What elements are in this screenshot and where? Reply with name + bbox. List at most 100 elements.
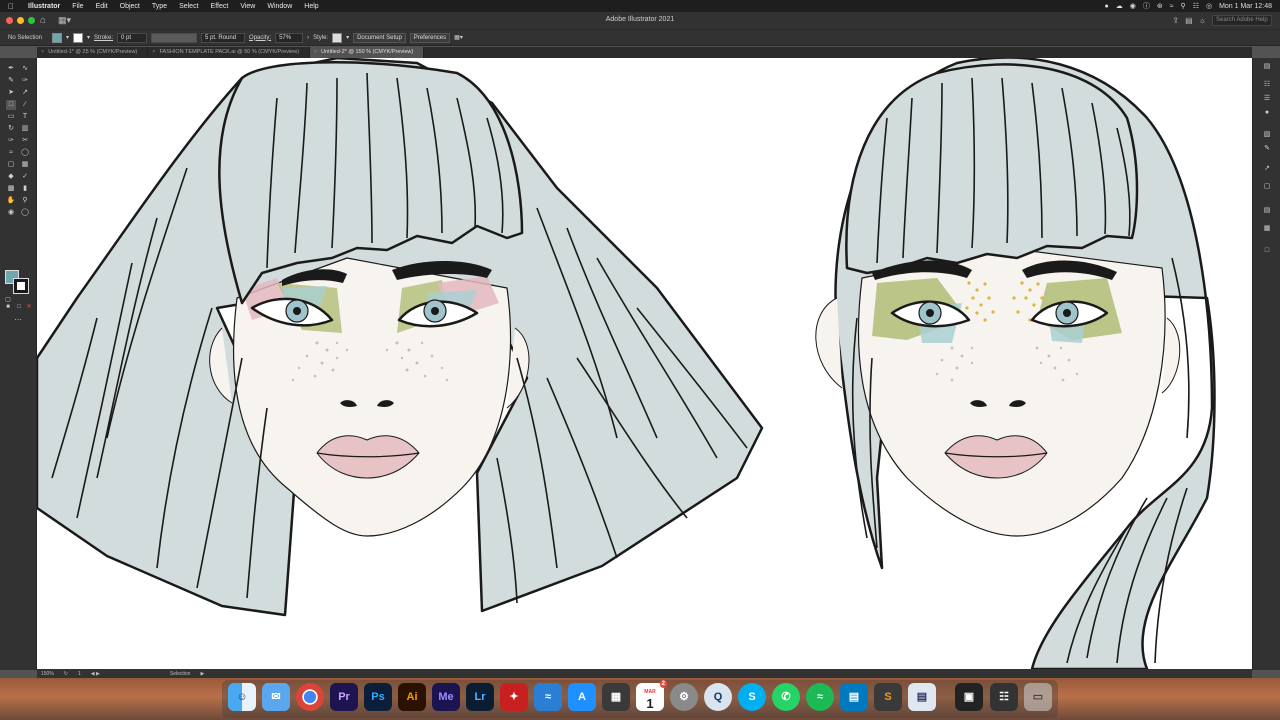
stroke-swatch[interactable] [73,32,84,43]
tab-untitled-1[interactable]: × Untitled-1* @ 25 % (CMYK/Preview) [37,47,149,58]
menu-app-name[interactable]: Illustrator [22,3,66,10]
menu-window[interactable]: Window [261,3,298,10]
more-tools-icon[interactable]: ⋯ [13,316,23,326]
sublime-text-icon[interactable]: S [874,683,902,711]
document-setup-button[interactable]: Document Setup [353,32,406,43]
clock-text[interactable]: Mon 1 Mar 12:48 [1219,3,1272,10]
direct-selection-tool-icon[interactable]: ↗ [20,88,30,98]
curvature-tool-icon[interactable]: ∿ [20,64,30,74]
apple-icon[interactable]:  [0,2,22,11]
preferences-button[interactable]: Preferences [409,32,451,43]
quicktime-icon[interactable]: Q [704,683,732,711]
tab-fashion-template[interactable]: × FASHION TEMPLATE PACK.ai @ 50 % (CMYK/P… [148,47,310,58]
mesh-tool-icon[interactable]: ▦ [20,160,30,170]
cloud-icon[interactable]: ☁ [1116,2,1123,10]
app-store-icon[interactable]: A [568,683,596,711]
menu-select[interactable]: Select [173,3,204,10]
illustrator-icon[interactable]: Ai [398,683,426,711]
export-icon[interactable]: ↗ [1262,164,1272,174]
rotate-tool-icon[interactable]: ↻ [6,124,16,134]
eyedropper-tool-icon[interactable]: ✑ [6,136,16,146]
menu-type[interactable]: Type [146,3,173,10]
chrome-icon[interactable] [296,683,324,711]
acrobat-icon[interactable]: ✦ [500,683,528,711]
opacity-field[interactable]: 57% [275,32,304,43]
menu-edit[interactable]: Edit [90,3,114,10]
align-icon[interactable]: ▤ [1262,206,1272,216]
zoom-tool-icon[interactable]: ⚲ [20,196,30,206]
scale-tool-icon[interactable]: ▥ [20,124,30,134]
status-menu-icon[interactable]: ▶ [200,671,204,677]
fill-dropdown-icon[interactable]: ▾ [66,34,69,41]
scissors-tool-icon[interactable]: ✂ [20,136,30,146]
blob-brush-tool-icon[interactable]: ◆ [6,172,16,182]
graph-tool-icon[interactable]: ▩ [6,184,16,194]
appearance-icon[interactable]: ● [1262,108,1272,118]
chart-tool-icon[interactable]: ▮ [20,184,30,194]
fill-swatch[interactable] [52,32,62,43]
info-icon[interactable]: ⓘ [1143,1,1150,11]
tab-untitled-2[interactable]: × Untitled-2* @ 150 % (CMYK/Preview) [309,47,425,58]
symbol-sprayer-icon[interactable]: ◉ [6,208,16,218]
artboard-canvas[interactable] [37,58,1252,669]
window-thumbnail-icon[interactable]: ☷ [990,683,1018,711]
zoom-level[interactable]: 150% [41,671,54,677]
selection-tool-icon[interactable]: ➤ [6,88,16,98]
color-mode-icon[interactable]: ■ [3,302,13,312]
screenshot-icon[interactable]: ▣ [955,683,983,711]
photoshop-icon[interactable]: Ps [364,683,392,711]
migration-icon[interactable]: ≈ [534,683,562,711]
menu-help[interactable]: Help [298,3,324,10]
brush-tool-icon[interactable]: ✑ [20,76,30,86]
lightroom-icon[interactable]: Lr [466,683,494,711]
brushes-icon[interactable]: ✎ [1262,144,1272,154]
menu-view[interactable]: View [234,3,261,10]
close-tab-icon[interactable]: × [314,47,317,58]
wifi-icon[interactable]: ≈ [1170,3,1174,10]
variable-width-field[interactable] [151,32,198,43]
stroke-color-swatch[interactable] [13,278,29,294]
line-tool-icon[interactable]: ∕ [20,100,30,110]
spotify-icon[interactable]: ≈ [806,683,834,711]
menu-effect[interactable]: Effect [205,3,235,10]
shape-builder-tool-icon[interactable]: ◯ [20,148,30,158]
trello-icon[interactable]: ▤ [840,683,868,711]
paintbrush-tool-icon[interactable]: ✓ [20,172,30,182]
rotate-view-icon[interactable]: ↻ [64,671,68,677]
mail-icon[interactable]: ✉ [262,683,290,711]
whatsapp-icon[interactable]: ✆ [772,683,800,711]
finder-icon[interactable]: ☺ [228,683,256,711]
gradient-tool-icon[interactable]: ▢ [6,160,16,170]
preview-icon[interactable]: ▤ [908,683,936,711]
slice-tool-icon[interactable]: ◯ [20,208,30,218]
hand-tool-icon[interactable]: ✋ [6,196,16,206]
libraries-icon[interactable]: ☷ [1262,80,1272,90]
warp-tool-icon[interactable]: ≈ [6,148,16,158]
stroke-dropdown-icon[interactable]: ▾ [87,34,90,41]
calendar-icon[interactable]: MAR 1 2 [636,680,667,711]
control-center-icon[interactable]: ☷ [1193,2,1199,10]
gradient-mode-icon[interactable]: □ [14,302,24,312]
artboard-tool-icon[interactable]: □ [6,100,16,110]
arrange-documents-icon[interactable]: ▦▾ [454,34,463,41]
asset-export-icon[interactable] [1262,228,1272,238]
properties-icon[interactable]: ▤ [1262,62,1272,72]
opacity-label[interactable]: Opacity: [249,35,271,41]
swatches-icon[interactable]: ▧ [1262,130,1272,140]
calculator-icon[interactable]: ▦ [602,683,630,711]
creative-cloud-icon[interactable]: ● [1104,3,1108,10]
help-search-input[interactable]: Search Adobe Help [1212,15,1272,26]
arrange-icon[interactable]: ▤ [1185,16,1193,25]
skype-icon[interactable]: S [738,683,766,711]
pen-tool-icon[interactable]: ✒ [6,64,16,74]
artboard-nav-arrows-icon[interactable]: ◀ ▶ [91,671,100,677]
type-tool-icon[interactable]: T [20,112,30,122]
spotlight-icon[interactable]: ⚲ [1181,2,1186,10]
style-dropdown-icon[interactable]: ▾ [346,34,349,41]
close-tab-icon[interactable]: × [41,47,44,58]
trash-icon[interactable]: ▭ [1024,683,1052,711]
layers-panel-icon[interactable]: ☰ [1262,94,1272,104]
siri-icon[interactable]: ◎ [1206,2,1212,10]
discover-icon[interactable]: ☼ [1199,16,1206,25]
none-mode-icon[interactable]: ✕ [24,302,34,312]
